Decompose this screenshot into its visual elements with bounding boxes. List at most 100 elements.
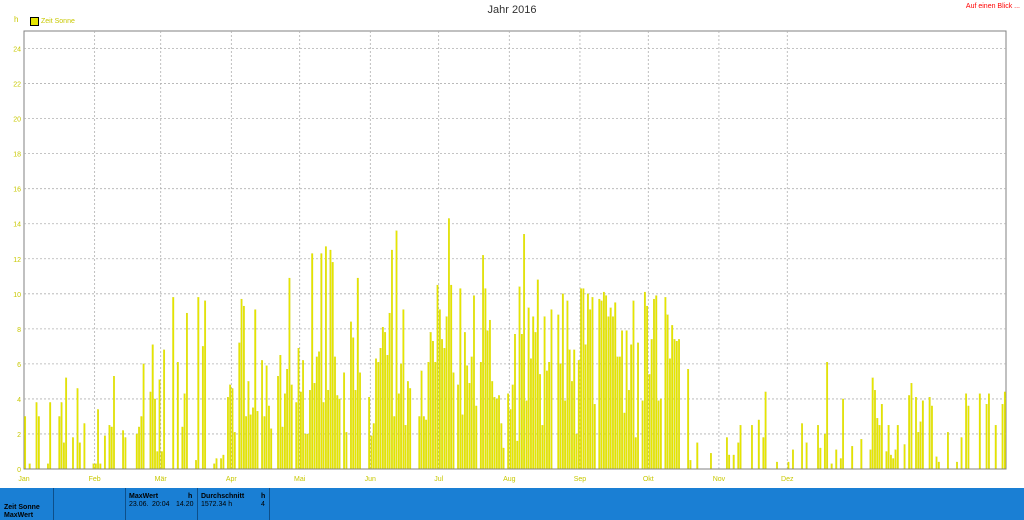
bar bbox=[988, 393, 990, 470]
y-tick-label: 18 bbox=[13, 152, 21, 159]
y-tick-label: 16 bbox=[13, 187, 21, 194]
maxwert-date: 23.06. bbox=[129, 501, 149, 508]
bar bbox=[776, 461, 778, 470]
bar bbox=[520, 334, 523, 470]
bar bbox=[634, 437, 637, 470]
bar bbox=[835, 449, 838, 470]
bar bbox=[463, 332, 466, 470]
bar bbox=[495, 398, 498, 470]
bar bbox=[445, 316, 448, 470]
bar bbox=[108, 425, 111, 470]
bar bbox=[937, 461, 940, 470]
summary-footer: Zeit Sonne MaxWert MaxWert h 23.06. 20:0… bbox=[0, 488, 1024, 520]
y-tick-label: 20 bbox=[13, 117, 21, 124]
bar bbox=[443, 348, 446, 470]
bar bbox=[1003, 391, 1006, 470]
legend: Zeit Sonne bbox=[30, 17, 75, 26]
bar bbox=[60, 402, 63, 470]
bar bbox=[646, 305, 649, 470]
bar bbox=[687, 369, 690, 470]
bar bbox=[605, 295, 608, 470]
bar bbox=[402, 309, 405, 470]
bar bbox=[320, 253, 323, 470]
x-tick-label: Apr bbox=[226, 476, 238, 483]
bar bbox=[573, 349, 576, 470]
bar bbox=[632, 300, 635, 470]
bar bbox=[621, 330, 623, 470]
bar bbox=[805, 442, 808, 470]
bar bbox=[580, 288, 582, 470]
footer-row-label-zeit-sonne: Zeit Sonne bbox=[4, 504, 40, 511]
x-tick-label: Sep bbox=[574, 476, 587, 483]
bar bbox=[885, 451, 888, 470]
footer-row-labels: Zeit Sonne MaxWert bbox=[0, 488, 54, 520]
bar bbox=[589, 309, 592, 470]
bar bbox=[324, 246, 327, 470]
bar bbox=[49, 402, 52, 470]
bar bbox=[935, 456, 938, 470]
bar bbox=[910, 383, 913, 470]
bar bbox=[35, 402, 38, 470]
bar bbox=[452, 372, 455, 470]
bar bbox=[764, 391, 767, 470]
bar bbox=[532, 316, 535, 470]
bar bbox=[222, 454, 225, 470]
y-axis-unit: h bbox=[14, 15, 19, 24]
bar bbox=[787, 461, 790, 470]
bar bbox=[536, 279, 539, 470]
legend-label: Zeit Sonne bbox=[41, 18, 75, 25]
bar bbox=[372, 423, 375, 470]
bar bbox=[978, 393, 981, 470]
bar bbox=[479, 362, 482, 470]
bar bbox=[99, 463, 102, 470]
bar bbox=[286, 369, 289, 470]
bar bbox=[614, 302, 617, 470]
bar bbox=[434, 362, 437, 470]
bar bbox=[659, 398, 662, 470]
bar bbox=[470, 356, 473, 470]
bar bbox=[593, 404, 596, 470]
bar bbox=[516, 440, 519, 470]
bar bbox=[201, 346, 204, 470]
bar bbox=[896, 425, 899, 470]
bar bbox=[502, 447, 505, 470]
bar bbox=[946, 432, 949, 470]
bar bbox=[566, 300, 569, 470]
bar bbox=[696, 442, 699, 470]
bar bbox=[233, 432, 236, 470]
bar bbox=[466, 365, 469, 470]
bar bbox=[673, 339, 676, 470]
bar bbox=[318, 351, 320, 470]
bar bbox=[648, 374, 651, 470]
durchschnitt-unit: h bbox=[261, 493, 266, 500]
bar bbox=[545, 370, 548, 470]
bar bbox=[343, 372, 346, 470]
bar bbox=[839, 458, 842, 470]
bar bbox=[450, 284, 453, 470]
bar bbox=[172, 297, 175, 470]
bar bbox=[664, 297, 667, 470]
bar bbox=[436, 284, 439, 470]
bar bbox=[819, 447, 822, 470]
bar bbox=[637, 342, 639, 470]
bar bbox=[181, 426, 184, 470]
bar bbox=[231, 388, 234, 470]
bar bbox=[468, 383, 471, 470]
bar bbox=[725, 437, 728, 470]
bar bbox=[163, 349, 166, 470]
bar bbox=[329, 249, 332, 470]
bar bbox=[368, 397, 371, 470]
bar bbox=[427, 362, 430, 470]
bar bbox=[960, 437, 963, 470]
bar bbox=[386, 355, 389, 470]
y-tick-label: 6 bbox=[17, 362, 21, 369]
bar bbox=[229, 384, 232, 470]
bar bbox=[354, 390, 357, 470]
bar bbox=[377, 362, 380, 470]
overview-link[interactable]: Auf einen Blick ... bbox=[966, 3, 1020, 10]
y-tick-label: 8 bbox=[17, 327, 21, 334]
y-tick-label: 22 bbox=[13, 82, 21, 89]
bar bbox=[801, 423, 803, 470]
bar bbox=[892, 458, 895, 470]
bar bbox=[322, 402, 325, 470]
